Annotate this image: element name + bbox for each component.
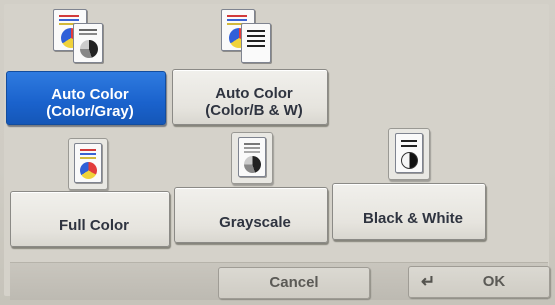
grayscale-icon — [231, 132, 273, 184]
auto-color-gray-line2: (Color/Gray) — [46, 103, 134, 120]
grayscale-button[interactable]: Grayscale — [174, 187, 328, 243]
black-white-icon — [388, 128, 430, 180]
auto-color-bw-button[interactable]: Auto Color (Color/B & W) — [172, 69, 328, 125]
grayscale-label: Grayscale — [219, 214, 291, 231]
enter-arrow-icon: ↵ — [421, 272, 436, 291]
full-color-button[interactable]: Full Color — [10, 191, 170, 247]
auto-color-gray-button[interactable]: Auto Color (Color/Gray) — [6, 71, 166, 125]
full-color-label: Full Color — [59, 217, 129, 234]
auto-color-gray-icon — [53, 9, 113, 69]
ok-label: OK — [482, 273, 506, 290]
auto-color-bw-icon — [221, 9, 281, 69]
full-color-icon — [68, 138, 108, 190]
auto-color-gray-line1: Auto Color — [51, 86, 129, 103]
black-white-label: Black & White — [362, 209, 464, 227]
ok-button[interactable]: ↵ OK — [408, 266, 550, 298]
cancel-label: Cancel — [269, 274, 319, 291]
black-white-button[interactable]: Black & White — [332, 183, 486, 240]
cancel-button[interactable]: Cancel — [218, 267, 370, 299]
auto-color-bw-line2: (Color/B & W) — [205, 102, 303, 119]
auto-color-bw-line1: Auto Color — [215, 85, 293, 102]
